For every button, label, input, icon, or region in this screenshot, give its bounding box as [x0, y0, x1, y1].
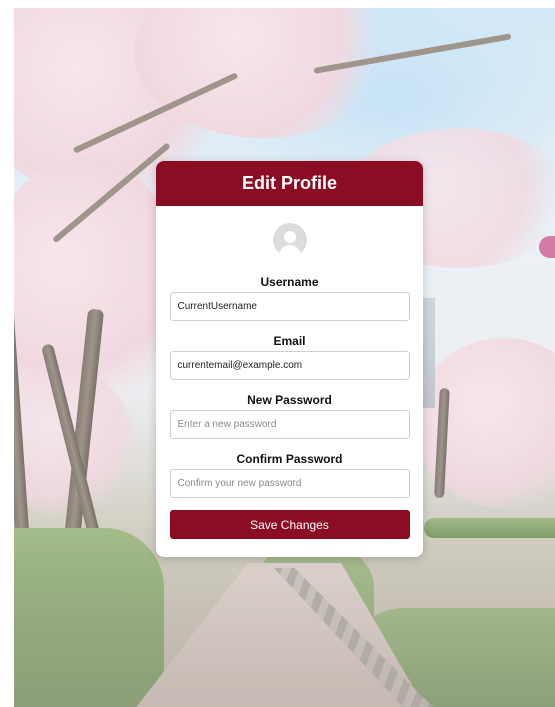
username-input[interactable]	[169, 292, 410, 321]
confirm-password-input[interactable]	[169, 469, 410, 498]
confirm-password-label: Confirm Password	[236, 452, 343, 466]
card-header: Edit Profile	[156, 161, 423, 206]
email-label: Email	[273, 334, 306, 348]
username-label: Username	[260, 275, 319, 289]
new-password-input[interactable]	[169, 410, 410, 439]
edit-profile-card: Edit Profile Username Email New Password…	[156, 161, 423, 557]
new-password-label: New Password	[247, 393, 332, 407]
floating-side-badge[interactable]	[539, 236, 555, 258]
email-input[interactable]	[169, 351, 410, 380]
user-avatar-icon	[272, 223, 307, 257]
page-title: Edit Profile	[241, 173, 337, 193]
save-changes-button[interactable]: Save Changes	[169, 510, 410, 539]
avatar-head	[283, 231, 296, 243]
avatar-body	[278, 245, 301, 257]
